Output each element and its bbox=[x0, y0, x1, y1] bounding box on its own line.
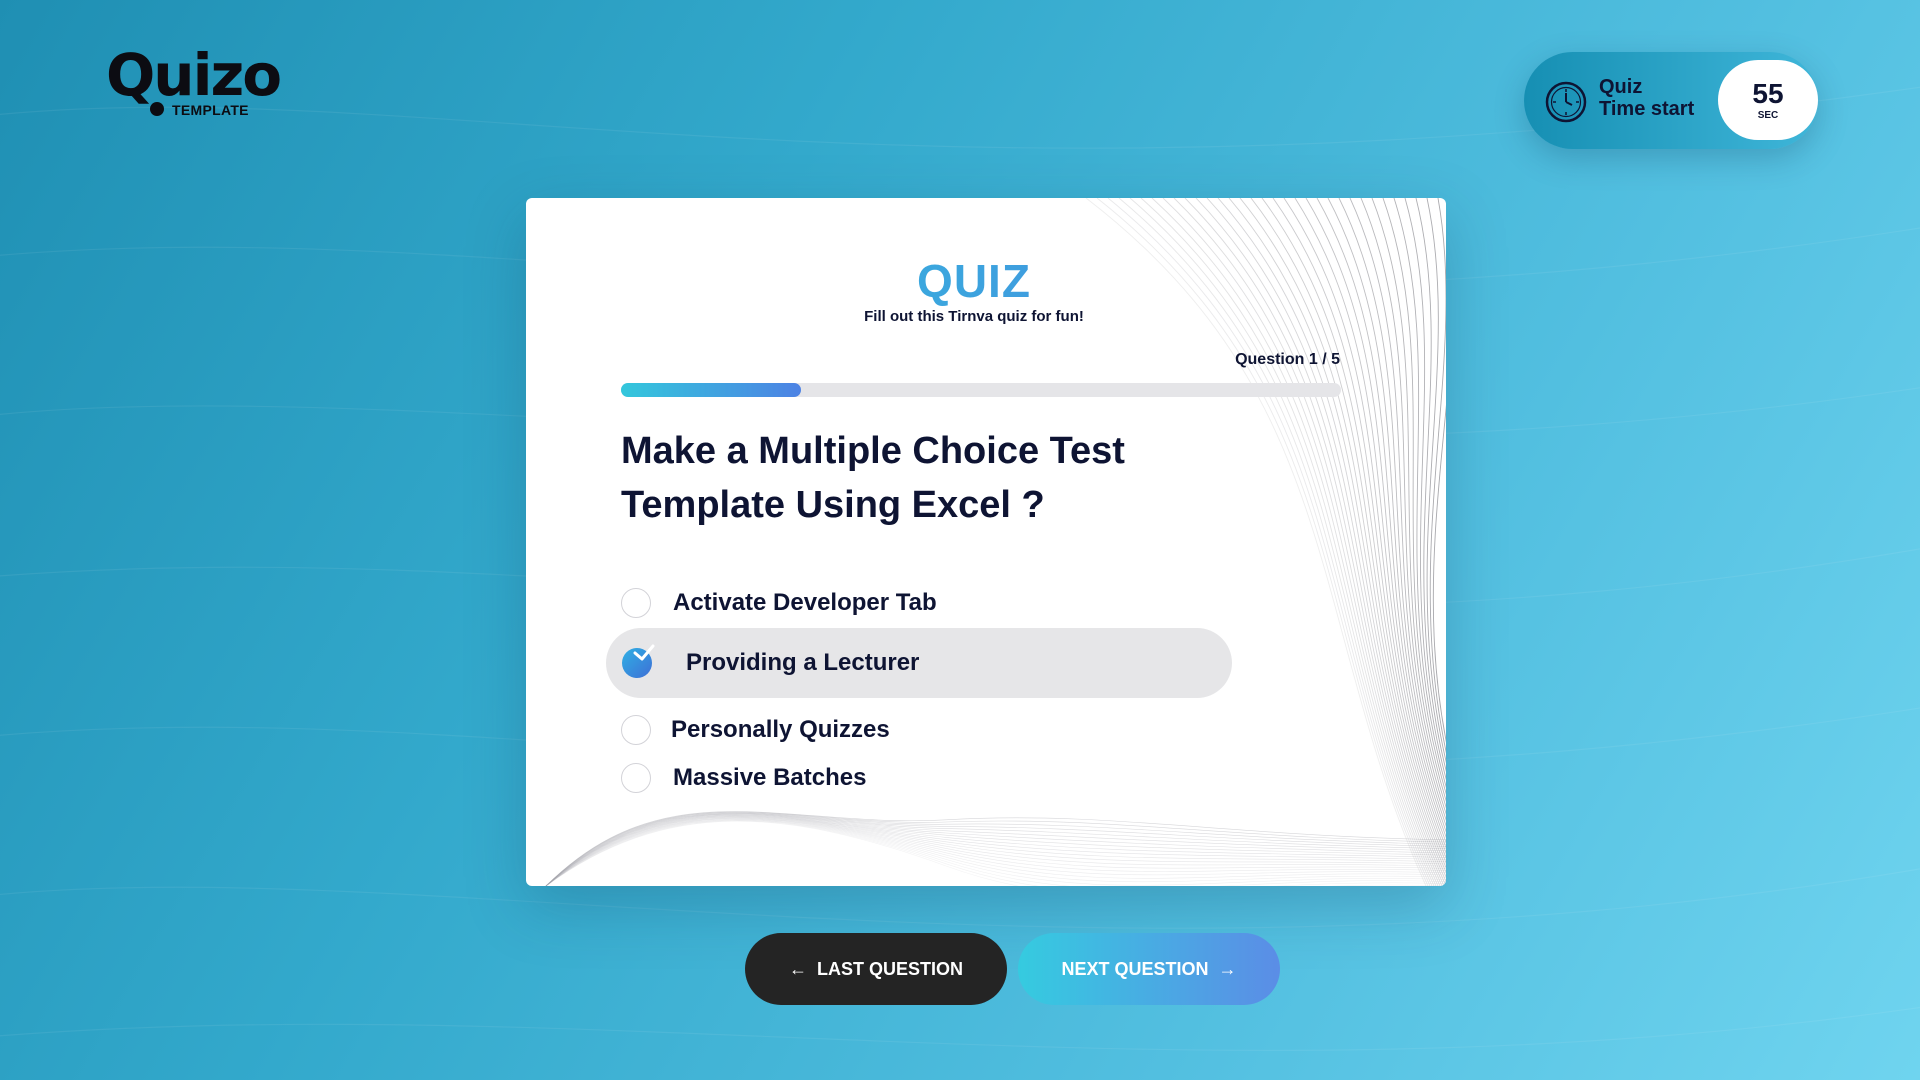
timer-countdown: 55 SEC bbox=[1718, 60, 1818, 140]
quiz-card: QUIZ Fill out this Tirnva quiz for fun! … bbox=[526, 198, 1446, 886]
timer-label-line1: Quiz bbox=[1599, 76, 1643, 98]
quiz-title: QUIZ bbox=[526, 254, 1422, 308]
arrow-right-icon: → bbox=[1218, 958, 1237, 979]
option-label: Activate Developer Tab bbox=[673, 589, 937, 616]
quiz-timer: Quiz Time start 55 SEC bbox=[1524, 52, 1818, 149]
timer-unit: SEC bbox=[1757, 109, 1779, 121]
option-3[interactable]: Personally Quizzes bbox=[621, 710, 890, 750]
brand-logo: Quizo TEMPLATE bbox=[106, 46, 286, 122]
radio-checked-icon[interactable] bbox=[622, 644, 655, 678]
progress-bar bbox=[621, 383, 1341, 397]
radio-unchecked-icon[interactable] bbox=[621, 763, 651, 793]
option-2[interactable]: Providing a Lecturer bbox=[606, 628, 1232, 698]
question-line-1: Make a Multiple Choice Test bbox=[621, 430, 1125, 472]
next-question-label: NEXT QUESTION bbox=[1061, 958, 1209, 979]
option-label: Providing a Lecturer bbox=[686, 649, 920, 676]
next-question-button[interactable]: NEXT QUESTION → bbox=[1018, 933, 1280, 1005]
last-question-label: LAST QUESTION bbox=[816, 958, 963, 979]
option-1[interactable]: Activate Developer Tab bbox=[621, 583, 937, 623]
timer-label: Quiz Time start bbox=[1599, 76, 1694, 120]
question-text: Make a Multiple Choice Test Template Usi… bbox=[621, 424, 1241, 532]
radio-unchecked-icon[interactable] bbox=[621, 715, 651, 745]
clock-icon bbox=[1545, 81, 1587, 123]
arrow-left-icon: ← bbox=[788, 958, 807, 979]
timer-seconds: 55 bbox=[1752, 77, 1784, 109]
option-label: Personally Quizzes bbox=[671, 716, 890, 743]
timer-label-line2: Time start bbox=[1599, 98, 1695, 120]
question-line-2: Template Using Excel ? bbox=[621, 484, 1045, 526]
progress-fill bbox=[621, 383, 801, 397]
checkmark-icon bbox=[633, 644, 655, 661]
radio-unchecked-icon[interactable] bbox=[621, 588, 651, 618]
option-4[interactable]: Massive Batches bbox=[621, 758, 866, 798]
logo-subtext: TEMPLATE bbox=[172, 102, 249, 118]
logo-dot bbox=[150, 102, 164, 116]
option-label: Massive Batches bbox=[673, 764, 867, 791]
quiz-subtitle: Fill out this Tirnva quiz for fun! bbox=[864, 308, 1084, 325]
last-question-button[interactable]: ← LAST QUESTION bbox=[745, 933, 1007, 1005]
question-counter: Question 1 / 5 bbox=[1235, 351, 1340, 368]
logo-wordmark: Quizo bbox=[106, 41, 282, 109]
